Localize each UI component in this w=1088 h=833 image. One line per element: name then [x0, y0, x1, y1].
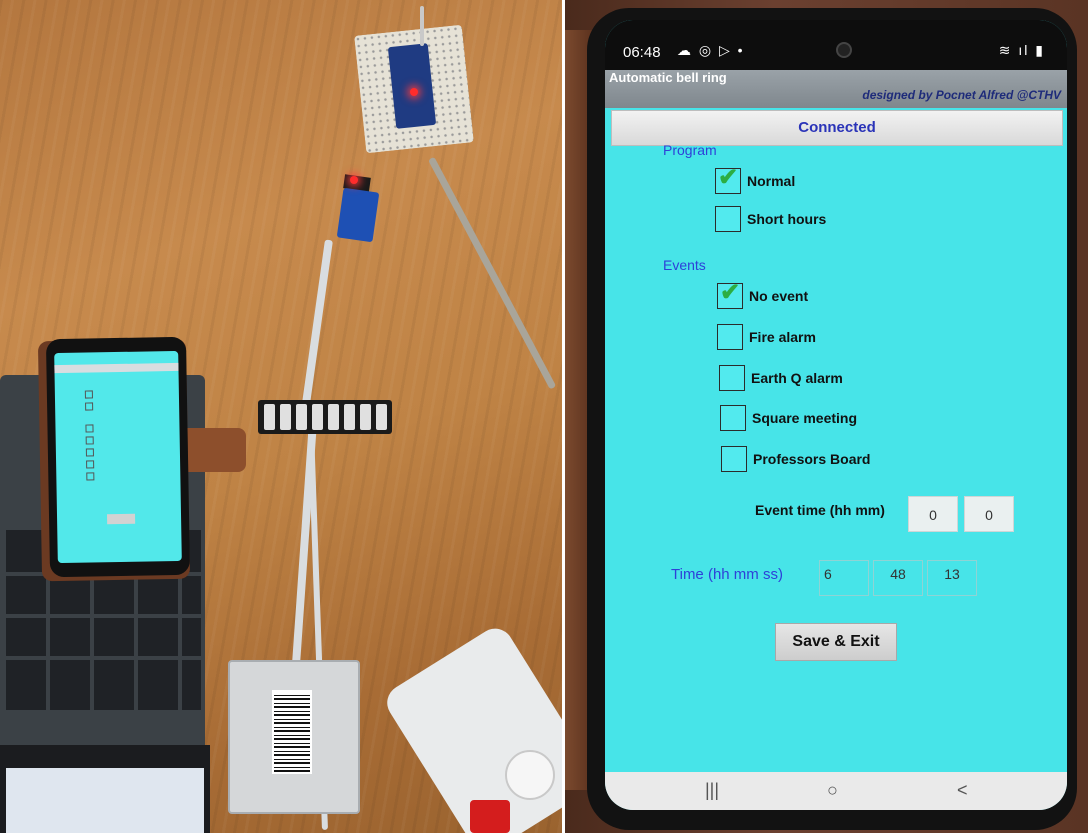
checkbox-label: Fire alarm — [749, 329, 816, 345]
connection-status-button[interactable]: Connected — [611, 110, 1063, 146]
small-checkbox — [86, 460, 95, 469]
small-save-button — [106, 513, 136, 525]
checkbox-fire-alarm[interactable]: Fire alarm — [717, 322, 816, 352]
android-nav-bar: ||| ○ < — [605, 772, 1067, 810]
terminal-screw — [296, 404, 307, 430]
small-connected-bar — [54, 362, 179, 374]
terminal-screw — [264, 404, 275, 430]
checkbox-box[interactable] — [720, 405, 746, 431]
checkbox-label: Normal — [747, 173, 796, 189]
program-section-label: Program — [663, 142, 717, 158]
signal-battery-icons: ≋ ıl ▮ — [998, 42, 1045, 58]
small-checkbox — [85, 448, 94, 457]
clock-minute-input[interactable]: 48 — [873, 560, 923, 596]
terminal-screw — [376, 404, 387, 430]
laptop-screen — [6, 768, 204, 833]
checkbox-label: Square meeting — [752, 410, 858, 426]
terminal-screw — [360, 404, 371, 430]
checkbox-no-event[interactable]: ✔ No event — [717, 279, 809, 311]
checkbox-professors-board[interactable]: Professors Board — [721, 444, 870, 474]
jumper-wire — [420, 6, 424, 46]
status-bar: 06:48 ☁ ◎ ▷ • ≋ ıl ▮ — [605, 20, 1067, 70]
terminal-block — [258, 400, 392, 434]
checkbox-box[interactable]: ✔ — [717, 279, 743, 309]
status-time: 06:48 — [623, 44, 661, 61]
terminal-screw — [328, 404, 339, 430]
checkbox-earth-q-alarm[interactable]: Earth Q alarm — [719, 363, 843, 393]
keyboard-row-gap — [6, 614, 201, 618]
checkbox-short-hours[interactable]: Short hours — [715, 204, 826, 234]
phone-app-photo: 06:48 ☁ ◎ ▷ • ≋ ıl ▮ Automatic bell ring… — [565, 0, 1088, 833]
small-checkbox — [85, 436, 94, 445]
relay-led — [350, 176, 358, 184]
event-minute-input[interactable]: 0 — [964, 496, 1014, 532]
terminal-screw — [280, 404, 291, 430]
checkmark-icon: ✔ — [720, 279, 741, 306]
event-time-label: Event time (hh mm) — [755, 502, 885, 518]
recents-icon[interactable]: ||| — [705, 780, 719, 801]
phone-screen: 06:48 ☁ ◎ ▷ • ≋ ıl ▮ Automatic bell ring… — [605, 20, 1067, 810]
time-label: Time (hh mm ss) — [671, 566, 783, 583]
terminal-screw — [344, 404, 355, 430]
terminal-screw — [312, 404, 323, 430]
checkbox-box[interactable] — [719, 365, 745, 391]
hardware-setup-photo — [0, 0, 562, 833]
power-switch — [470, 800, 510, 833]
keyboard-row-gap — [6, 656, 201, 660]
checkmark-icon: ✔ — [718, 164, 739, 191]
checkbox-square-meeting[interactable]: Square meeting — [720, 403, 857, 433]
arduino-nano-board — [387, 43, 437, 129]
small-checkbox — [86, 472, 95, 481]
back-icon[interactable]: < — [957, 780, 968, 801]
clock-hour-input[interactable]: 6 — [819, 560, 869, 596]
small-checkbox — [85, 402, 94, 411]
small-phone-app-screen — [54, 350, 182, 564]
checkbox-box[interactable] — [721, 446, 747, 472]
front-camera — [836, 42, 852, 58]
save-exit-button[interactable]: Save & Exit — [775, 623, 897, 661]
checkbox-box[interactable] — [717, 324, 743, 350]
checkbox-box[interactable] — [715, 206, 741, 232]
small-checkbox — [85, 424, 94, 433]
arduino-power-led — [410, 88, 418, 96]
notification-icons: ☁ ◎ ▷ • — [677, 42, 745, 58]
relay-module — [336, 187, 380, 243]
small-checkbox — [84, 390, 93, 399]
events-section-label: Events — [663, 257, 706, 273]
app-credit: designed by Pocnet Alfred @CTHV — [862, 88, 1061, 102]
clock-second-input[interactable]: 13 — [927, 560, 977, 596]
event-hour-input[interactable]: 0 — [908, 496, 958, 532]
checkbox-label: Short hours — [747, 211, 827, 227]
power-socket — [505, 750, 555, 800]
checkbox-box[interactable]: ✔ — [715, 164, 741, 194]
app-title: Automatic bell ring — [609, 70, 727, 85]
app-title-bar: Automatic bell ring designed by Pocnet A… — [605, 70, 1067, 108]
barcode-label — [272, 690, 312, 774]
home-icon[interactable]: ○ — [827, 780, 838, 801]
checkbox-label: Professors Board — [753, 451, 871, 467]
checkbox-normal[interactable]: ✔ Normal — [715, 164, 796, 196]
checkbox-label: Earth Q alarm — [751, 370, 843, 386]
checkbox-label: No event — [749, 288, 809, 304]
